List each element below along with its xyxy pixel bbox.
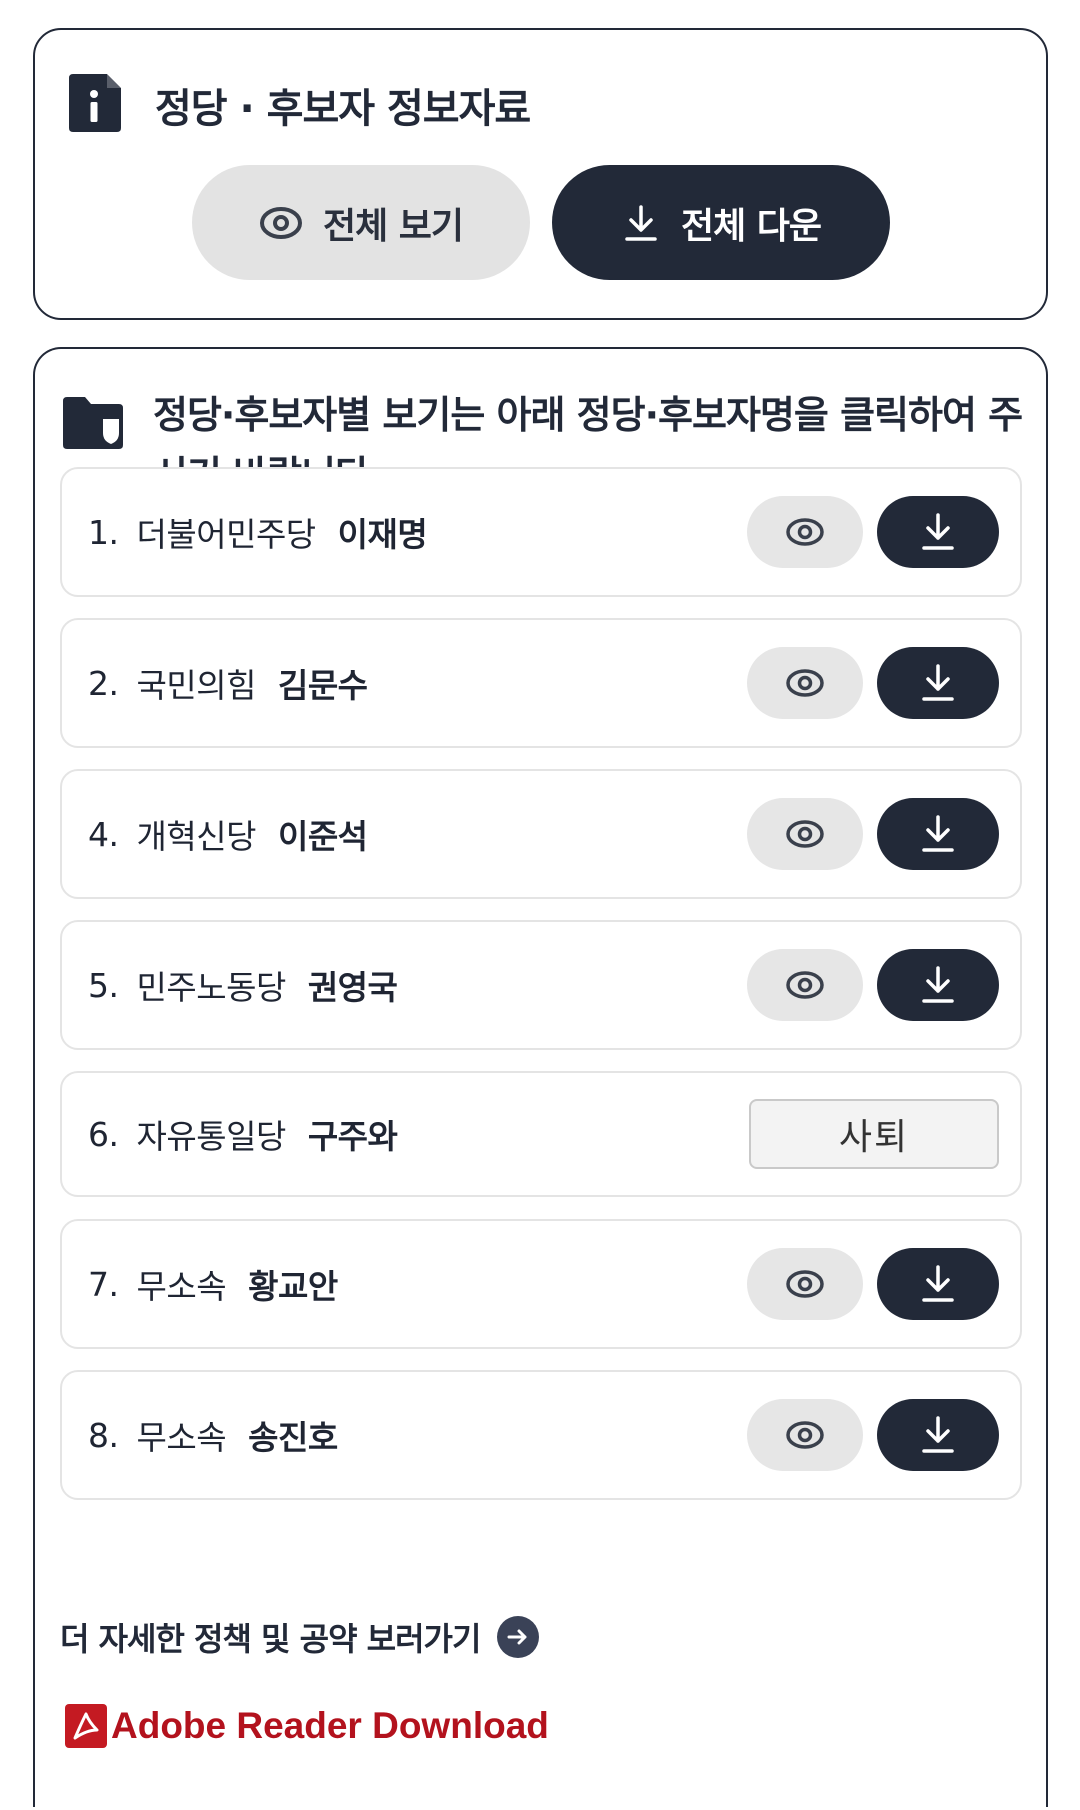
candidate-name: 김문수 (277, 666, 368, 705)
party-name: 무소속 (136, 1267, 227, 1306)
row-number: 6. (88, 1114, 119, 1154)
row-number: 1. (88, 512, 119, 552)
download-button[interactable] (877, 949, 999, 1021)
candidate-label[interactable]: 6. 자유통일당 구주와 (88, 1073, 398, 1195)
party-name: 무소속 (136, 1418, 227, 1457)
download-button[interactable] (877, 1248, 999, 1320)
party-name: 국민의힘 (136, 666, 257, 705)
folder-shield-icon (63, 397, 123, 449)
candidate-label[interactable]: 4. 개혁신당 이준석 (88, 771, 368, 897)
adobe-reader-label: Adobe Reader Download (111, 1705, 549, 1746)
candidate-row[interactable]: 4. 개혁신당 이준석 (60, 769, 1022, 899)
withdrawn-badge: 사퇴 (749, 1099, 999, 1169)
candidate-row[interactable]: 5. 민주노동당 권영국 (60, 920, 1022, 1050)
candidate-row[interactable]: 2. 국민의힘 김문수 (60, 618, 1022, 748)
eye-icon (786, 820, 824, 848)
info-card-title: 정당 · 후보자 정보자료 (155, 86, 531, 132)
download-icon (922, 664, 954, 701)
view-button[interactable] (747, 1248, 863, 1320)
eye-icon (786, 1270, 824, 1298)
candidate-row[interactable]: 7. 무소속 황교안 (60, 1219, 1022, 1349)
download-icon (922, 815, 954, 852)
eye-icon (786, 669, 824, 697)
candidate-label[interactable]: 1. 더불어민주당 이재명 (88, 469, 428, 595)
download-icon (922, 1416, 954, 1453)
row-number: 7. (88, 1264, 119, 1304)
party-name: 민주노동당 (136, 968, 287, 1007)
candidate-name: 권영국 (307, 968, 398, 1007)
candidate-name: 이준석 (277, 817, 368, 856)
candidate-row[interactable]: 8. 무소속 송진호 (60, 1370, 1022, 1500)
party-name: 개혁신당 (136, 817, 257, 856)
download-icon (922, 1265, 954, 1302)
view-button[interactable] (747, 496, 863, 568)
row-number: 5. (88, 965, 119, 1005)
eye-icon (259, 206, 302, 239)
row-number: 2. (88, 663, 119, 703)
eye-icon (786, 1421, 824, 1449)
download-button[interactable] (877, 1399, 999, 1471)
candidate-label[interactable]: 2. 국민의힘 김문수 (88, 620, 368, 746)
party-name: 자유통일당 (136, 1117, 287, 1156)
party-candidate-card: 정당·후보자별 보기는 아래 정당·후보자명을 클릭하여 주시기 바랍니다. 1… (33, 347, 1048, 1807)
eye-icon (786, 518, 824, 546)
download-button[interactable] (877, 798, 999, 870)
view-button[interactable] (747, 949, 863, 1021)
row-number: 8. (88, 1415, 119, 1455)
download-icon (922, 513, 954, 550)
view-button[interactable] (747, 647, 863, 719)
party-name: 더불어민주당 (136, 515, 317, 554)
download-button[interactable] (877, 647, 999, 719)
arrow-right-circle-icon (497, 1616, 540, 1658)
download-icon (922, 966, 954, 1003)
download-button[interactable] (877, 496, 999, 568)
candidate-name: 이재명 (337, 515, 428, 554)
download-all-label: 전체 다운 (680, 205, 822, 247)
download-all-button[interactable]: 전체 다운 (552, 165, 890, 280)
info-card: 정당 · 후보자 정보자료 전체 보기 전체 다운 (33, 28, 1048, 320)
candidate-row[interactable]: 6. 자유통일당 구주와 사퇴 (60, 1071, 1022, 1197)
document-info-icon (69, 74, 121, 132)
candidate-name: 구주와 (307, 1117, 398, 1156)
row-number: 4. (88, 814, 119, 854)
candidate-row[interactable]: 1. 더불어민주당 이재명 (60, 467, 1022, 597)
download-icon (625, 204, 657, 241)
view-button[interactable] (747, 798, 863, 870)
more-policies-link[interactable]: 더 자세한 정책 및 공약 보러가기 (60, 1614, 540, 1660)
view-button[interactable] (747, 1399, 863, 1471)
candidate-label[interactable]: 5. 민주노동당 권영국 (88, 922, 398, 1048)
adobe-reader-download-link[interactable]: Adobe Reader Download (65, 1704, 549, 1748)
candidate-name: 황교안 (248, 1267, 338, 1306)
view-all-label: 전체 보기 (322, 205, 464, 247)
candidate-label[interactable]: 7. 무소속 황교안 (88, 1221, 338, 1347)
adobe-pdf-icon (65, 1704, 107, 1748)
view-all-button[interactable]: 전체 보기 (192, 165, 530, 280)
eye-icon (786, 971, 824, 999)
candidate-label[interactable]: 8. 무소속 송진호 (88, 1372, 338, 1498)
candidate-name: 송진호 (248, 1418, 338, 1457)
more-policies-label: 더 자세한 정책 및 공약 보러가기 (60, 1620, 481, 1658)
